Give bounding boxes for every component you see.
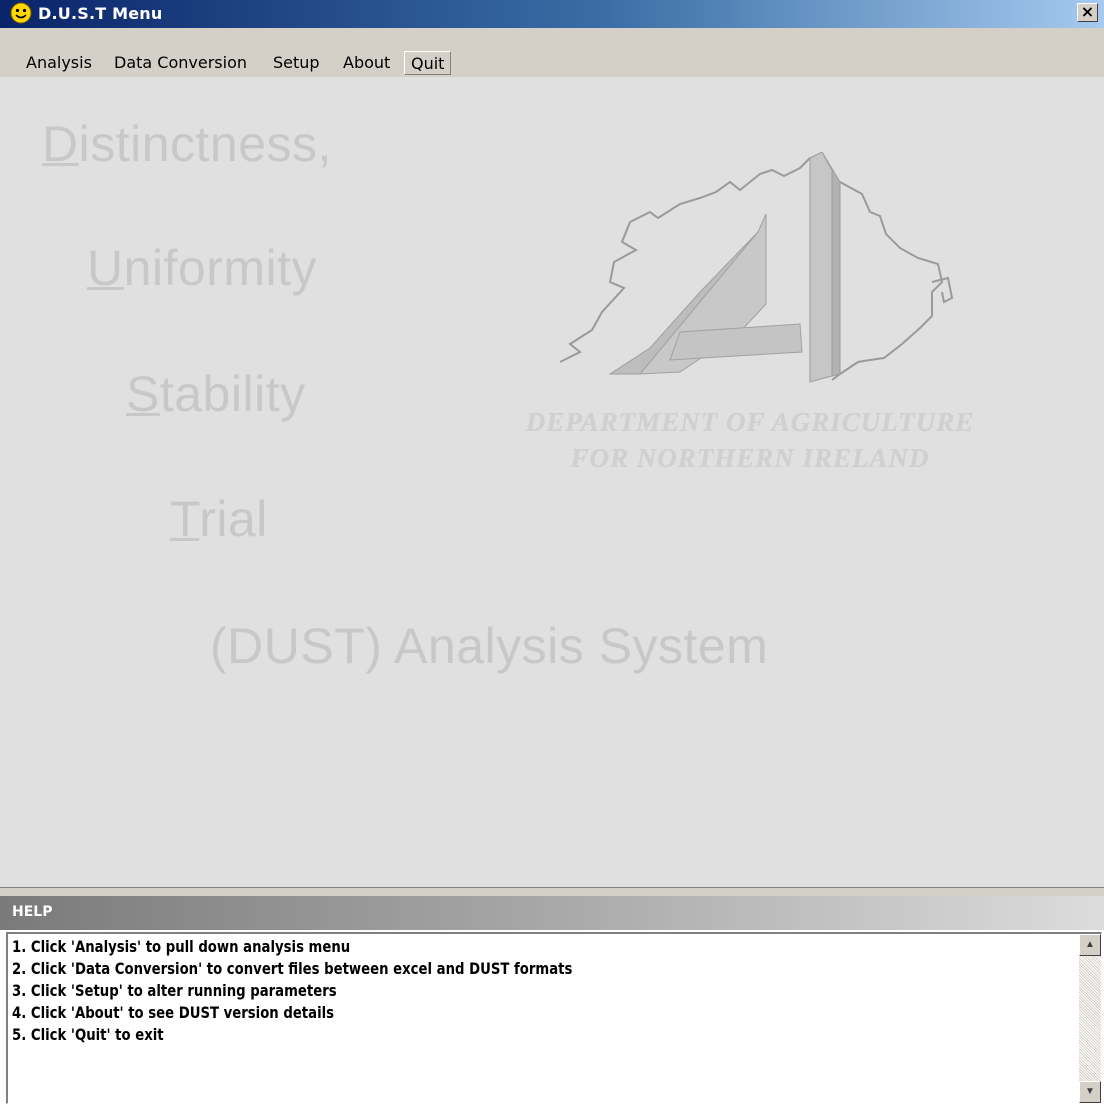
help-textbox[interactable]: 1. Click 'Analysis' to pull down analysi…: [6, 932, 1102, 1104]
splash-area: Distinctness, Uniformity Stability Trial…: [0, 77, 1104, 887]
splash-uniformity-rest: niformity: [123, 240, 318, 296]
menu-about[interactable]: About: [337, 51, 396, 75]
window-title: D.U.S.T Menu: [38, 4, 163, 23]
dani-logo: [559, 152, 954, 383]
close-button[interactable]: ×: [1077, 3, 1098, 22]
menu-bar: Analysis Data Conversion Setup About Qui…: [0, 49, 1104, 77]
splash-uniformity-initial: U: [87, 240, 124, 296]
splash-system-title: (DUST) Analysis System: [210, 618, 769, 674]
splash-trial-rest: rial: [199, 491, 268, 547]
help-line: 5. Click 'Quit' to exit: [12, 1025, 164, 1044]
help-line: 3. Click 'Setup' to alter running parame…: [12, 981, 337, 1000]
menu-analysis[interactable]: Analysis: [20, 51, 98, 75]
dept-line-2: FOR NORTHERN IRELAND: [570, 443, 930, 473]
splash-trial: Trial: [170, 490, 268, 548]
scroll-up-button[interactable]: ▲: [1079, 934, 1101, 956]
splash-uniformity: Uniformity: [87, 239, 317, 297]
help-line: 2. Click 'Data Conversion' to convert fi…: [12, 959, 573, 978]
smiley-icon: [10, 2, 32, 24]
splash-distinctness-initial: D: [42, 116, 79, 172]
help-lines: 1. Click 'Analysis' to pull down analysi…: [12, 936, 621, 1046]
menu-data-conversion[interactable]: Data Conversion: [108, 51, 253, 75]
help-line: 1. Click 'Analysis' to pull down analysi…: [12, 937, 351, 956]
help-title: HELP: [12, 904, 53, 920]
splash-distinctness: Distinctness,: [42, 115, 332, 173]
splash-stability-initial: S: [126, 366, 160, 422]
menu-setup[interactable]: Setup: [267, 51, 326, 75]
splash-stability-rest: tability: [159, 366, 306, 422]
title-bar: D.U.S.T Menu ×: [0, 0, 1104, 29]
splash-distinctness-rest: istinctness,: [78, 116, 332, 172]
scroll-down-button[interactable]: ▼: [1079, 1081, 1101, 1103]
help-scrollbar[interactable]: ▲ ▼: [1079, 934, 1101, 1103]
help-line: 4. Click 'About' to see DUST version det…: [12, 1003, 335, 1022]
help-header: HELP: [0, 896, 1104, 930]
dept-line-1: DEPARTMENT OF AGRICULTURE: [525, 407, 975, 437]
menu-quit[interactable]: Quit: [404, 51, 452, 75]
splash-trial-initial: T: [170, 491, 200, 547]
splash-stability: Stability: [126, 365, 306, 423]
menubar-spacer: [0, 28, 1104, 49]
